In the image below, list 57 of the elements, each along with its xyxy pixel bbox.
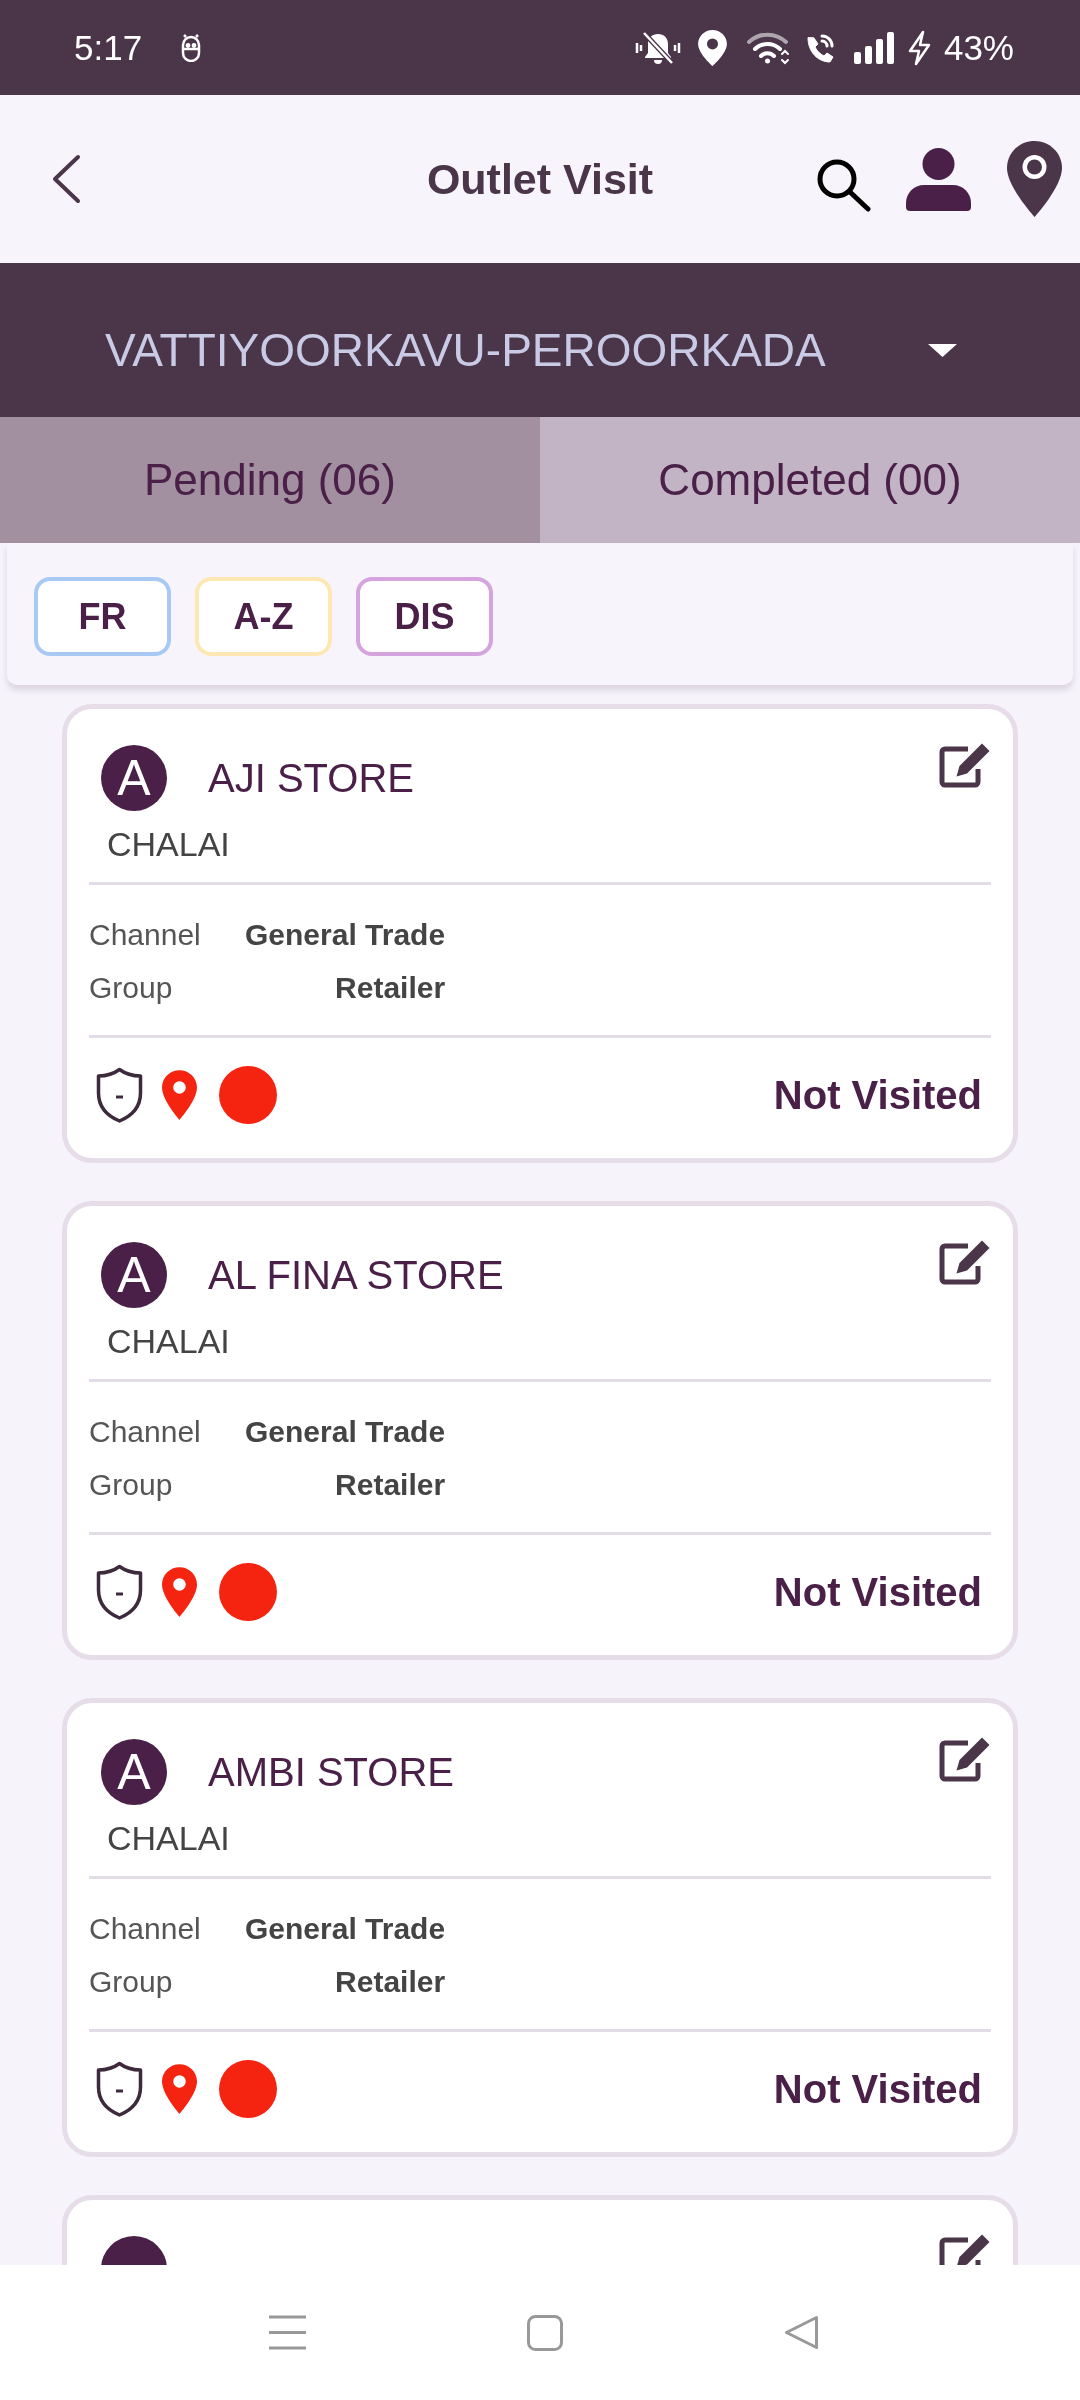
charging-icon (906, 29, 932, 66)
outlet-card[interactable]: A AJI STORE CHALAI Channel General Trade Group Retailer Not Visited (62, 704, 1018, 1163)
menu-icon[interactable] (269, 2315, 306, 2350)
store-name: AJI STORE (208, 755, 414, 802)
store-area: CHALAI (107, 824, 230, 864)
store-area: CHALAI (107, 1321, 230, 1361)
detail-label: Group (89, 1467, 174, 1503)
detail-label: Group (89, 1964, 174, 2000)
store-avatar: A (101, 1739, 167, 1805)
tab[interactable]: Pending (06) (0, 417, 540, 543)
bell-off-icon (633, 29, 682, 66)
outlet-card[interactable]: A AL FINA STORE CHALAI Channel General Trade Group Retailer Not Visited (62, 1201, 1018, 1660)
shield-icon (95, 1564, 144, 1620)
detail-label: Channel (89, 1414, 202, 1450)
edit-icon[interactable] (938, 1736, 991, 1782)
edit-icon[interactable] (938, 1239, 991, 1285)
detail-value: General Trade (245, 1414, 446, 1450)
detail-value: Retailer (335, 1467, 446, 1503)
person-icon[interactable] (906, 147, 971, 211)
route-dropdown[interactable]: VATTIYOORKAVU-PEROORKADA (0, 263, 1080, 417)
robot-icon (180, 33, 203, 62)
battery-level: 43% (943, 30, 1014, 65)
detail-label: Channel (89, 1911, 202, 1947)
tab[interactable]: Completed (00) (540, 417, 1080, 543)
filter-chip[interactable]: DIS (356, 577, 493, 656)
detail-label: Channel (89, 917, 202, 953)
caret-down-icon (928, 343, 957, 357)
detail-label: Group (89, 970, 174, 1006)
location-pin-icon (162, 1567, 197, 1617)
outlet-card[interactable]: A AMBI STORE CHALAI Channel General Trade Group Retailer Not Visited (62, 1698, 1018, 2157)
filter-chip[interactable]: FR (34, 577, 171, 656)
store-name: AMBI STORE (208, 1749, 454, 1796)
store-avatar: A (101, 1242, 167, 1308)
visit-status: Not Visited (773, 1572, 982, 1612)
status-time: 5:17 (74, 30, 143, 65)
detail-value: General Trade (245, 917, 446, 953)
location-pin-icon (162, 2064, 197, 2114)
search-icon[interactable] (816, 158, 871, 212)
location-pin-icon (162, 1070, 197, 1120)
detail-value: General Trade (245, 1911, 446, 1947)
store-area: CHALAI (107, 1818, 230, 1858)
shield-icon (95, 2061, 144, 2117)
visit-status: Not Visited (773, 2069, 982, 2109)
location-icon (697, 29, 727, 66)
store-name: AL FINA STORE (208, 1252, 504, 1299)
shield-icon (95, 1067, 144, 1123)
store-avatar: A (101, 745, 167, 811)
detail-value: Retailer (335, 1964, 446, 2000)
page-title: Outlet Visit (426, 157, 654, 201)
back-icon[interactable] (52, 154, 81, 204)
home-icon[interactable] (527, 2314, 563, 2351)
filter-chip[interactable]: A-Z (195, 577, 332, 656)
map-pin-icon[interactable] (1007, 141, 1062, 217)
edit-icon[interactable] (938, 742, 991, 788)
detail-value: Retailer (335, 970, 446, 1006)
visit-status: Not Visited (773, 1075, 982, 1115)
signal-icon (853, 31, 896, 64)
